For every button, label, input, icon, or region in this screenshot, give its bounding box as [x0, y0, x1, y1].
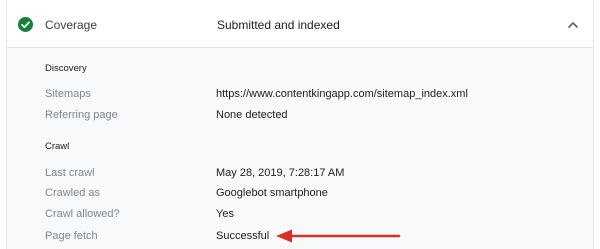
section-title-discovery: Discovery [45, 63, 87, 74]
label-crawl-allowed: Crawl allowed? [45, 208, 120, 220]
chevron-up-icon[interactable] [566, 18, 580, 30]
label-referring-page: Referring page [45, 109, 118, 121]
value-last-crawl: May 28, 2019, 7:28:17 AM [216, 167, 345, 179]
value-page-fetch: Successful [216, 230, 270, 242]
value-crawled-as: Googlebot smartphone [216, 187, 328, 199]
check-circle-icon [18, 17, 33, 32]
value-sitemaps: https://www.contentkingapp.com/sitemap_i… [216, 88, 468, 100]
section-title-crawl: Crawl [45, 141, 70, 152]
label-crawled-as: Crawled as [45, 187, 101, 199]
annotation-arrow-icon [275, 228, 401, 244]
label-last-crawl: Last crawl [45, 167, 95, 179]
value-referring-page: None detected [216, 109, 288, 121]
coverage-status: Submitted and indexed [217, 18, 340, 32]
label-sitemaps: Sitemaps [45, 88, 91, 100]
coverage-header[interactable]: Coverage Submitted and indexed [7, 0, 593, 48]
label-page-fetch: Page fetch [45, 230, 98, 242]
coverage-panel: Coverage Submitted and indexed Discovery… [6, 0, 594, 249]
value-crawl-allowed: Yes [216, 208, 234, 220]
coverage-title: Coverage [45, 18, 98, 32]
